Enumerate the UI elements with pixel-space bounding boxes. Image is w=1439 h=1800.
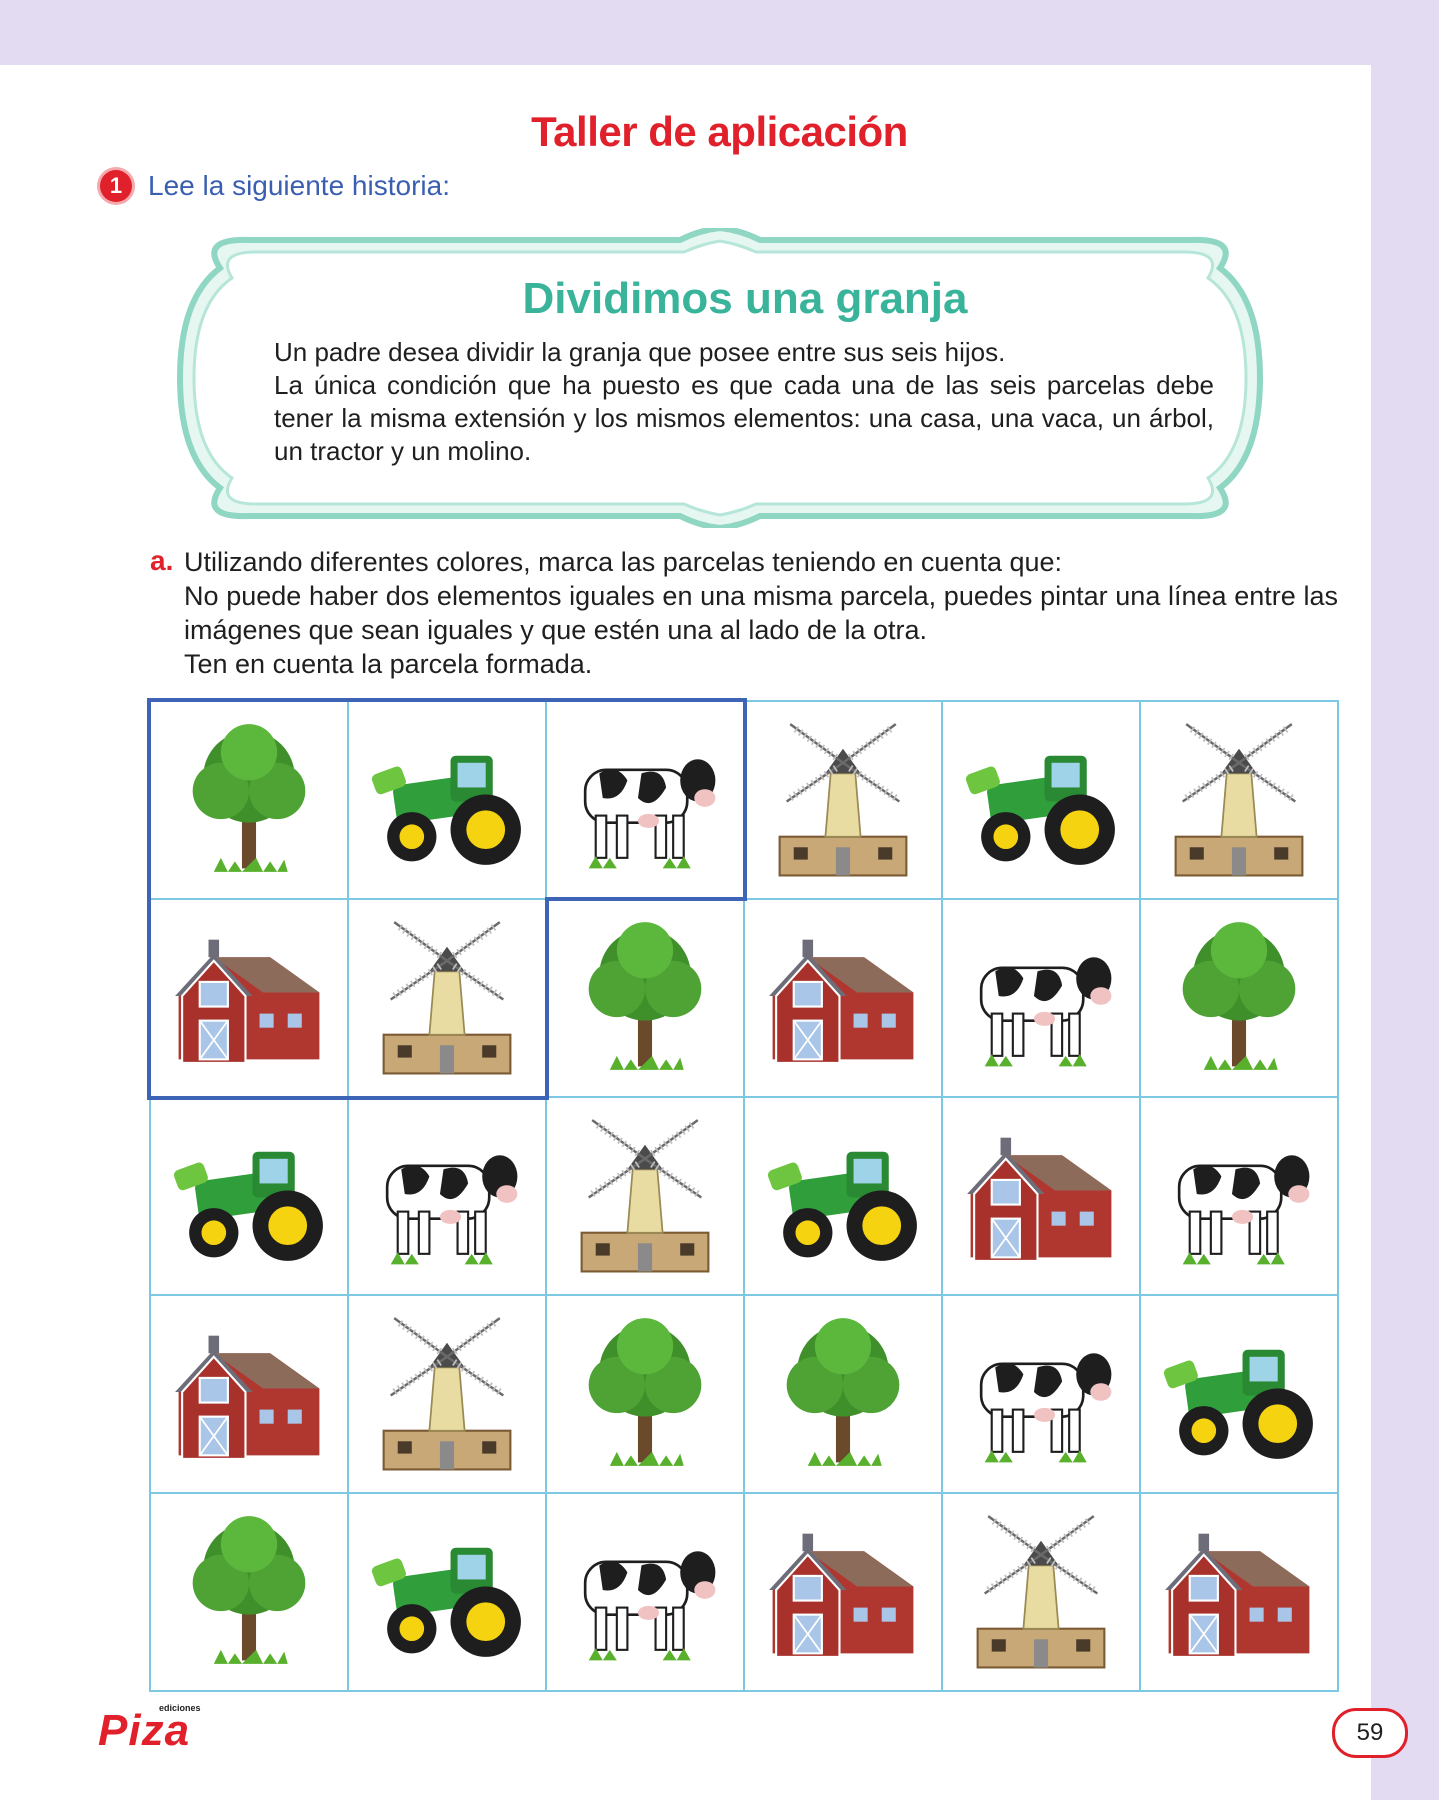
tree-icon [1151,908,1327,1089]
question-letter: a. [150,545,174,576]
cow-icon [953,1304,1129,1485]
page-title: Taller de aplicación [531,108,908,155]
windmill-icon [755,710,931,891]
tractor-icon [755,1106,931,1287]
tractor-icon [161,1106,337,1287]
grid-cell [547,1098,745,1296]
barn-icon [953,1106,1129,1287]
grid-cell [349,1098,547,1296]
tractor-icon [1151,1304,1327,1485]
publisher-logo-small: ediciones [159,1703,201,1713]
windmill-icon [1151,710,1327,891]
windmill-icon [953,1502,1129,1683]
grid-cell [745,1296,943,1494]
tractor-icon [359,710,535,891]
grid-cell [151,1494,349,1692]
tree-icon [755,1304,931,1485]
grid-cell [151,1098,349,1296]
question-line-3: Ten en cuenta la parcela formada. [184,649,593,679]
grid-cell [943,1098,1141,1296]
grid-cell [151,702,349,900]
grid-cell [1141,900,1339,1098]
grid-cell [745,1098,943,1296]
story-title: Dividimos una granja [522,274,968,323]
grid-cell [349,702,547,900]
step-instruction: Lee la siguiente historia: [148,170,450,201]
windmill-icon [557,1106,733,1287]
grid-cell [151,900,349,1098]
grid-cell [1141,1494,1339,1692]
grid-cell [547,900,745,1098]
story-paragraph-2: La única condición que ha puesto es que … [274,370,1214,466]
grid-cell [745,900,943,1098]
story-body: Un padre desea dividir la granja que pos… [274,336,1214,468]
right-band [1371,0,1439,1800]
cow-icon [953,908,1129,1089]
barn-icon [161,908,337,1089]
farm-grid [149,700,1339,1692]
grid-cell [1141,1098,1339,1296]
windmill-icon [359,1304,535,1485]
windmill-icon [359,908,535,1089]
cow-icon [557,1502,733,1683]
cow-icon [359,1106,535,1287]
tree-icon [557,1304,733,1485]
question-text: Utilizando diferentes colores, marca las… [184,545,1338,681]
tree-icon [557,908,733,1089]
barn-icon [755,908,931,1089]
grid-cell [547,1296,745,1494]
grid-cell [943,1494,1141,1692]
cow-icon [1151,1106,1327,1287]
question-line-2: No puede haber dos elementos iguales en … [184,581,1338,645]
barn-icon [1151,1502,1327,1683]
grid-cell [547,1494,745,1692]
step-number-badge: 1 [100,170,132,202]
grid-cell [151,1296,349,1494]
grid-cell [349,1296,547,1494]
grid-cell [745,1494,943,1692]
tree-icon [161,1502,337,1683]
barn-icon [161,1304,337,1485]
tractor-icon [953,710,1129,891]
grid-cell [943,1296,1141,1494]
grid-cell [349,900,547,1098]
tractor-icon [359,1502,535,1683]
top-band [0,0,1439,65]
grid-cell [1141,702,1339,900]
grid-cell [745,702,943,900]
page-number: 59 [1332,1708,1408,1758]
grid-cell [1141,1296,1339,1494]
question-line-1: Utilizando diferentes colores, marca las… [184,547,1063,577]
publisher-logo: Piza [98,1706,191,1755]
barn-icon [755,1502,931,1683]
cow-icon [557,710,733,891]
grid-cell [943,900,1141,1098]
grid-cell [349,1494,547,1692]
story-paragraph-1: Un padre desea dividir la granja que pos… [274,337,1006,367]
grid-cell [943,702,1141,900]
grid-cell [547,702,745,900]
tree-icon [161,710,337,891]
